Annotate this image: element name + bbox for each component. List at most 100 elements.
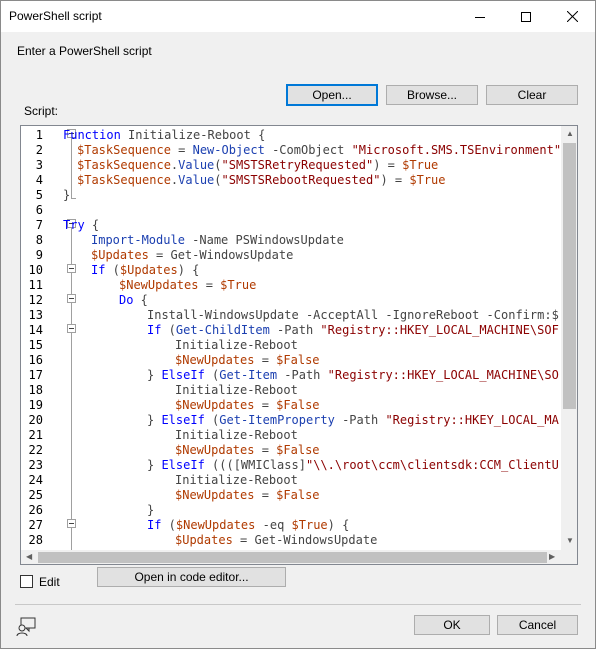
vertical-scrollbar[interactable]: ▲ ▼: [561, 126, 577, 550]
code-token: $NewUpdates: [119, 278, 199, 292]
cancel-button[interactable]: Cancel: [497, 615, 578, 635]
code-token: $TaskSequence: [77, 158, 171, 172]
line-number: 13: [28, 308, 43, 322]
close-button[interactable]: [549, 1, 595, 32]
line-number: 16: [28, 353, 43, 367]
code-token: (: [161, 323, 176, 337]
line-number: 27: [28, 518, 43, 532]
ok-button[interactable]: OK: [414, 615, 490, 635]
code-token: "Microsoft.SMS.TSEnvironment": [351, 143, 561, 157]
code-line: }: [147, 503, 154, 518]
scrollbar-corner: [561, 550, 577, 564]
code-token: =: [254, 398, 277, 412]
scroll-down-icon[interactable]: ▼: [566, 537, 574, 545]
edit-checkbox[interactable]: [20, 575, 33, 588]
code-area[interactable]: Function Initialize-Reboot {$TaskSequenc…: [61, 126, 561, 550]
code-token: ) =: [380, 173, 410, 187]
code-token: ElseIf: [161, 458, 205, 472]
vertical-scroll-thumb[interactable]: [563, 143, 576, 409]
code-token: Get-ChildItem: [175, 323, 270, 337]
line-number: 12: [28, 293, 43, 307]
code-token: $False: [276, 488, 320, 502]
code-token: = Get-WindowsUpdate: [148, 248, 294, 262]
code-token: $NewUpdates: [175, 443, 255, 457]
code-token: }: [147, 458, 162, 472]
code-token: -Path: [269, 323, 321, 337]
code-token: $NewUpdates: [175, 518, 256, 532]
close-icon: [566, 11, 578, 22]
code-line: $Updates = Get-WindowsUpdate: [175, 533, 377, 548]
code-token: "Registry::HKEY_LOCAL_MA: [385, 413, 559, 427]
horizontal-scrollbar[interactable]: ◀ ▶: [21, 550, 561, 564]
code-token: New-Object: [192, 143, 265, 157]
code-token: =: [254, 488, 277, 502]
code-token: $NewUpdates: [175, 398, 255, 412]
code-token: Function: [63, 128, 121, 142]
scroll-left-icon[interactable]: ◀: [26, 553, 32, 561]
window-title: PowerShell script: [9, 9, 102, 23]
line-number: 28: [28, 533, 43, 547]
open-in-code-editor-button[interactable]: Open in code editor...: [97, 567, 286, 587]
code-line: If (Get-ChildItem -Path "Registry::HKEY_…: [147, 323, 559, 338]
code-line: Initialize-Reboot: [175, 428, 298, 443]
code-token: Do: [119, 293, 134, 307]
code-token: ElseIf: [161, 368, 205, 382]
code-token: Value: [178, 158, 215, 172]
line-number: 26: [28, 503, 43, 517]
script-label: Script:: [24, 104, 59, 118]
code-token: Initialize-Reboot: [175, 473, 298, 487]
line-number: 23: [28, 458, 43, 472]
code-token: Install-WindowsUpdate -AcceptAll -Ignore…: [147, 308, 559, 322]
code-token: }: [63, 188, 71, 202]
code-token: {: [133, 293, 148, 307]
maximize-button[interactable]: [503, 1, 549, 32]
minimize-button[interactable]: [457, 1, 503, 32]
code-token: If: [147, 518, 162, 532]
code-token: $NewUpdates: [175, 353, 255, 367]
horizontal-scroll-thumb[interactable]: [38, 552, 547, 563]
line-number: 14: [28, 323, 43, 337]
script-editor[interactable]: 1 2 3 4 5 6 7 8 9 10 11 12 13 14 15 16 17 18 19 20 21 22 23 24 2…: [20, 125, 578, 565]
code-token: -Name PSWindowsUpdate: [184, 233, 344, 247]
code-token: ) =: [373, 158, 403, 172]
code-token: }: [147, 368, 162, 382]
edit-label: Edit: [39, 575, 60, 589]
code-token: $Updates: [91, 248, 149, 262]
code-line: $TaskSequence.Value("SMSTSRebootRequeste…: [77, 173, 446, 188]
code-token: =: [198, 278, 221, 292]
code-token: }: [147, 413, 162, 427]
code-token: Initialize-Reboot: [175, 383, 298, 397]
maximize-icon: [521, 11, 531, 22]
code-token: Import-Module: [91, 233, 185, 247]
separator: [15, 604, 581, 605]
code-token: (: [161, 518, 176, 532]
code-token: "Registry::HKEY_LOCAL_MACHINE\SO: [327, 368, 559, 382]
browse-button[interactable]: Browse...: [386, 85, 478, 105]
code-token: -Path: [277, 368, 328, 382]
open-button[interactable]: Open...: [286, 84, 378, 106]
code-line: Initialize-Reboot: [175, 338, 298, 353]
code-line: $NewUpdates = $True: [119, 278, 256, 293]
scroll-up-icon[interactable]: ▲: [566, 130, 574, 138]
line-number-gutter: 1 2 3 4 5 6 7 8 9 10 11 12 13 14 15 16 17 18 19 20 21 22 23 24 2…: [21, 126, 76, 564]
code-token: (: [204, 413, 220, 427]
feedback-icon[interactable]: [15, 616, 37, 638]
code-token: ) {: [177, 263, 200, 277]
code-line: $TaskSequence = New-Object -ComObject "M…: [77, 143, 561, 158]
powershell-script-dialog: PowerShell script Enter a PowerShell scr…: [0, 0, 596, 649]
scroll-right-icon[interactable]: ▶: [549, 553, 555, 561]
title-bar: PowerShell script: [1, 1, 595, 32]
code-token: $True: [409, 173, 446, 187]
code-token: Try: [63, 218, 85, 232]
clear-button[interactable]: Clear: [486, 85, 578, 105]
code-token: =: [170, 143, 193, 157]
code-token: Initialize-Reboot: [175, 428, 298, 442]
code-line: Initialize-Reboot: [175, 383, 298, 398]
code-token: "Registry::HKEY_LOCAL_MACHINE\SOF: [320, 323, 559, 337]
code-line: $Updates = Get-WindowsUpdate: [91, 248, 293, 263]
line-number: 25: [28, 488, 43, 502]
line-number: 17: [28, 368, 43, 382]
code-line: Install-WindowsUpdate -AcceptAll -Ignore…: [147, 308, 559, 323]
line-number: 22: [28, 443, 43, 457]
code-line: Function Initialize-Reboot {: [63, 128, 265, 143]
